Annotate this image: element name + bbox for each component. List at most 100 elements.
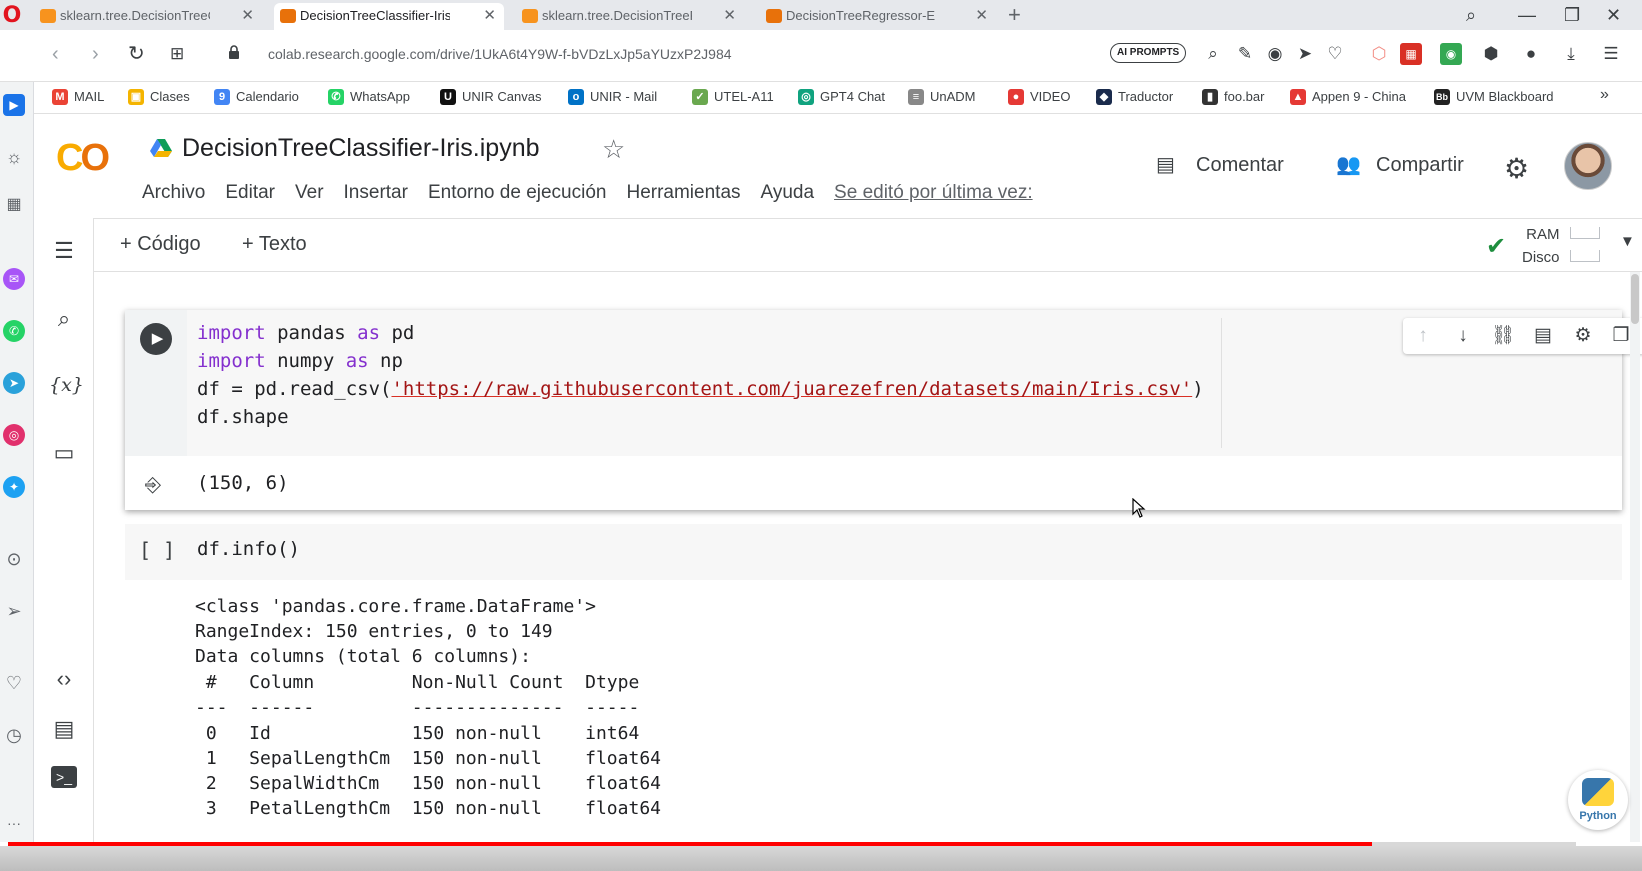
menu-herramientas[interactable]: Herramientas xyxy=(626,182,740,203)
instagram-icon[interactable]: ◎ xyxy=(3,424,25,446)
run-cell-button[interactable]: ▶ xyxy=(140,323,172,355)
bookmark-traductor[interactable]: ◆ Traductor xyxy=(1096,89,1173,105)
add-code-button[interactable]: + Código xyxy=(120,233,201,256)
search-icon[interactable]: ⌕ xyxy=(49,304,79,334)
extensions-icon[interactable]: ⬢ xyxy=(1480,43,1502,65)
notebook-title[interactable]: DecisionTreeClassifier-Iris.ipynb xyxy=(182,134,540,163)
url-field[interactable]: colab.research.google.com/drive/1UkA6t4Y… xyxy=(268,46,732,62)
bookmark-video[interactable]: ● VIDEO xyxy=(1008,89,1070,105)
close-icon[interactable]: ✕ xyxy=(723,3,736,29)
twitter-icon[interactable]: ✦ xyxy=(3,476,25,498)
player-circle-icon[interactable]: ⊙ xyxy=(3,548,25,570)
link-icon[interactable]: ⛓ xyxy=(1491,324,1515,348)
search-tabs-icon[interactable]: ⌕ xyxy=(1466,2,1476,28)
edit-icon[interactable]: ✎ xyxy=(1234,43,1256,65)
player-icon[interactable]: ▶ xyxy=(3,94,25,116)
add-text-button[interactable]: + Texto xyxy=(242,233,307,256)
restore-icon[interactable]: ❐ xyxy=(1564,2,1580,28)
send-outline-icon[interactable]: ➢ xyxy=(3,600,25,622)
new-tab-plus-icon[interactable]: + xyxy=(1008,2,1021,28)
whatsapp-icon[interactable]: ✆ xyxy=(3,320,25,342)
back-icon[interactable]: ‹ xyxy=(52,42,59,66)
opera-logo-icon[interactable]: O xyxy=(0,4,24,28)
download-icon[interactable]: ⤓ xyxy=(1560,43,1582,65)
bookmark-unir-canvas[interactable]: U UNIR Canvas xyxy=(440,89,541,105)
table-of-contents-icon[interactable]: ☰ xyxy=(49,236,79,266)
cell-settings-icon[interactable]: ⚙ xyxy=(1571,324,1595,348)
menu-icon[interactable]: ☰ xyxy=(1600,43,1622,65)
code-editor[interactable]: [ ] df.info() xyxy=(125,524,1622,580)
send-icon[interactable]: ➤ xyxy=(1294,43,1316,65)
menu-insertar[interactable]: Insertar xyxy=(344,182,408,203)
clear-output-icon[interactable]: ⎆ xyxy=(145,474,161,497)
resource-labels[interactable]: RAM Disco xyxy=(1522,223,1560,269)
bookmark-gpt4-chat[interactable]: ◎ GPT4 Chat xyxy=(798,89,885,105)
chevron-down-icon[interactable]: ▼ xyxy=(1620,233,1635,250)
scrollbar-thumb[interactable] xyxy=(1631,274,1639,324)
colab-logo[interactable]: CO xyxy=(56,137,110,180)
notebook-scrollbar[interactable] xyxy=(1630,272,1640,842)
close-icon[interactable]: ✕ xyxy=(483,3,496,29)
bookmark-unir-mail[interactable]: o UNIR - Mail xyxy=(568,89,657,105)
bookmark-clases[interactable]: ▣ Clases xyxy=(128,89,190,105)
tab-sklearn-classifier[interactable]: sklearn.tree.DecisionTreeCl ✕ xyxy=(34,3,262,30)
command-palette-icon[interactable]: ▤ xyxy=(49,714,79,744)
menu-ver[interactable]: Ver xyxy=(295,182,324,203)
bookmark-appen[interactable]: ▲ Appen 9 - China xyxy=(1290,89,1406,105)
extension-green-icon[interactable]: ◉ xyxy=(1440,43,1462,65)
settings-sun-icon[interactable]: ☼ xyxy=(3,146,25,168)
menu-editar[interactable]: Editar xyxy=(225,182,275,203)
move-down-icon[interactable]: ↓ xyxy=(1451,324,1475,348)
close-icon[interactable]: ✕ xyxy=(975,3,988,29)
telegram-icon[interactable]: ➤ xyxy=(3,372,25,394)
bookmark-unadm[interactable]: ≡ UnADM xyxy=(908,89,976,105)
tab-sklearn-regressor[interactable]: sklearn.tree.DecisionTreeRe ✕ xyxy=(516,3,744,30)
bookmark-mail[interactable]: M MAIL xyxy=(52,89,104,105)
camera-icon[interactable]: ◉ xyxy=(1264,43,1286,65)
code-snippets-icon[interactable]: ‹› xyxy=(49,664,79,694)
code-cell-1[interactable]: ▶ import pandas as pd import numpy as np… xyxy=(125,310,1642,510)
files-folder-icon[interactable]: ▭ xyxy=(49,438,79,468)
bookmark-utel[interactable]: ✓ UTEL-A11 xyxy=(692,89,774,105)
menu-ayuda[interactable]: Ayuda xyxy=(761,182,815,203)
extension-cube-icon[interactable]: ⬡ xyxy=(1368,43,1390,65)
bookmark-foo-bar[interactable]: ▮ foo.bar xyxy=(1202,89,1264,105)
execution-count[interactable]: [ ] xyxy=(139,538,175,562)
ai-prompts-button[interactable]: AI PROMPTS xyxy=(1110,43,1187,63)
variables-icon[interactable]: {x} xyxy=(49,370,84,400)
tab-colab-regressor[interactable]: DecisionTreeRegressor-Ene ✕ xyxy=(760,3,996,30)
bookmark-uvm-blackboard[interactable]: Bb UVM Blackboard xyxy=(1434,89,1554,105)
reload-icon[interactable]: ↻ xyxy=(128,42,145,66)
extension-grid-icon[interactable]: ▦ xyxy=(1400,43,1422,65)
messenger-icon[interactable]: ✉ xyxy=(3,268,25,290)
history-icon[interactable]: ◷ xyxy=(3,724,25,746)
menu-entorno-de-ejecucion[interactable]: Entorno de ejecución xyxy=(428,182,607,203)
more-bookmarks-icon[interactable]: » xyxy=(1600,86,1609,104)
bookmark-calendario[interactable]: 9 Calendario xyxy=(214,89,299,105)
forward-icon[interactable]: › xyxy=(92,42,99,66)
profile-icon[interactable]: ● xyxy=(1520,43,1542,65)
close-window-icon[interactable]: ✕ xyxy=(1606,2,1621,28)
move-up-icon[interactable]: ↑ xyxy=(1411,324,1435,348)
bookmark-whatsapp[interactable]: ✆ WhatsApp xyxy=(328,89,410,105)
google-drive-icon[interactable] xyxy=(150,138,172,158)
settings-gear-icon[interactable]: ⚙ xyxy=(1504,152,1529,185)
tab-colab-classifier[interactable]: DecisionTreeClassifier-Iris.ip ✕ xyxy=(274,3,504,30)
zoom-icon[interactable]: ⌕ xyxy=(1202,43,1224,65)
last-edit-link[interactable]: Se editó por última vez: xyxy=(834,182,1033,203)
speed-dial-icon[interactable]: ⊞ xyxy=(170,42,184,66)
star-icon[interactable]: ☆ xyxy=(602,134,625,165)
heart-outline-icon[interactable]: ♡ xyxy=(3,672,25,694)
comment-button[interactable]: ▤ Comentar xyxy=(1156,152,1284,177)
minimize-icon[interactable]: — xyxy=(1518,2,1536,28)
more-dots-icon[interactable]: ··· xyxy=(3,812,25,834)
terminal-icon[interactable]: >_ xyxy=(51,766,77,788)
share-button[interactable]: 👥 Compartir xyxy=(1336,152,1464,177)
comment-icon[interactable]: ▤ xyxy=(1531,324,1555,348)
heart-icon[interactable]: ♡ xyxy=(1324,43,1346,65)
gift-icon[interactable]: ▦ xyxy=(3,194,25,216)
code-cell-2[interactable]: [ ] df.info() <class 'pandas.core.frame.… xyxy=(125,524,1622,842)
menu-archivo[interactable]: Archivo xyxy=(142,182,205,203)
close-icon[interactable]: ✕ xyxy=(241,3,254,29)
user-avatar[interactable] xyxy=(1564,142,1612,190)
